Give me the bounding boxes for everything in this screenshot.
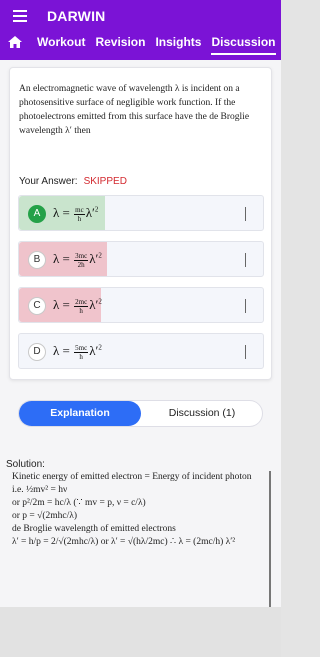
- your-answer-label: Your Answer:: [19, 176, 78, 187]
- content-area: An electromagnetic wave of wavelength λ …: [0, 60, 281, 607]
- home-icon[interactable]: [8, 36, 22, 48]
- solution-line: λ′ = h/p = 2/√(2mhc/λ) or λ′ = √(hλ/2mc)…: [12, 537, 236, 547]
- solution-line: or p²/2m = hc/λ (∵ mv = p, ν = c/λ): [12, 498, 146, 508]
- option-a[interactable]: A λ = mc h λ′2: [18, 195, 264, 231]
- menu-icon[interactable]: [13, 10, 27, 22]
- tab-workout[interactable]: Workout: [37, 35, 85, 49]
- option-b-badge: B: [28, 251, 46, 269]
- your-answer: Your Answer: SKIPPED: [19, 176, 127, 187]
- option-c[interactable]: C λ = 2mc h λ′2: [18, 287, 264, 323]
- option-d-badge: D: [28, 343, 46, 361]
- question-text: An electromagnetic wave of wavelength λ …: [19, 84, 250, 136]
- solution-body: Kinetic energy of emitted electron = Ene…: [6, 471, 271, 607]
- nav-tabs: Workout Revision Insights Discussion: [37, 35, 286, 55]
- option-a-cursor: [245, 207, 246, 221]
- explanation-discussion-toggle: Explanation Discussion (1): [18, 400, 263, 427]
- solution-line: Kinetic energy of emitted electron = Ene…: [12, 472, 252, 482]
- option-a-badge: A: [28, 205, 46, 223]
- solution-line: i.e. ½mv² = hν: [12, 485, 68, 495]
- option-c-cursor: [245, 299, 246, 313]
- option-b-cursor: [245, 253, 246, 267]
- question-card: An electromagnetic wave of wavelength λ …: [9, 67, 272, 380]
- option-b-formula: λ = 3mc 2h λ′2: [53, 251, 102, 269]
- option-c-badge: C: [28, 297, 46, 315]
- tab-discussion[interactable]: Discussion: [211, 35, 276, 55]
- bottom-bar: [0, 607, 281, 657]
- option-d-cursor: [245, 345, 246, 359]
- option-d[interactable]: D λ = 5mc h λ′2: [18, 333, 264, 369]
- tab-insights[interactable]: Insights: [155, 35, 201, 49]
- answer-status: SKIPPED: [83, 176, 127, 187]
- app-title: DARWIN: [47, 8, 106, 24]
- solution-line: de Broglie wavelength of emitted electro…: [12, 524, 176, 534]
- option-d-formula: λ = 5mc h λ′2: [53, 343, 102, 361]
- tab-revision[interactable]: Revision: [95, 35, 145, 49]
- explanation-button[interactable]: Explanation: [19, 401, 141, 426]
- option-c-formula: λ = 2mc h λ′2: [53, 297, 102, 315]
- option-b[interactable]: B λ = 3mc 2h λ′2: [18, 241, 264, 277]
- discussion-button[interactable]: Discussion (1): [141, 401, 263, 426]
- option-a-formula: λ = mc h λ′2: [53, 205, 99, 223]
- solution-line: or p = √(2mhc/λ): [12, 511, 78, 521]
- solution-title: Solution:: [6, 459, 45, 470]
- top-app-bar: DARWIN Workout Revision Insights Discuss…: [0, 0, 281, 60]
